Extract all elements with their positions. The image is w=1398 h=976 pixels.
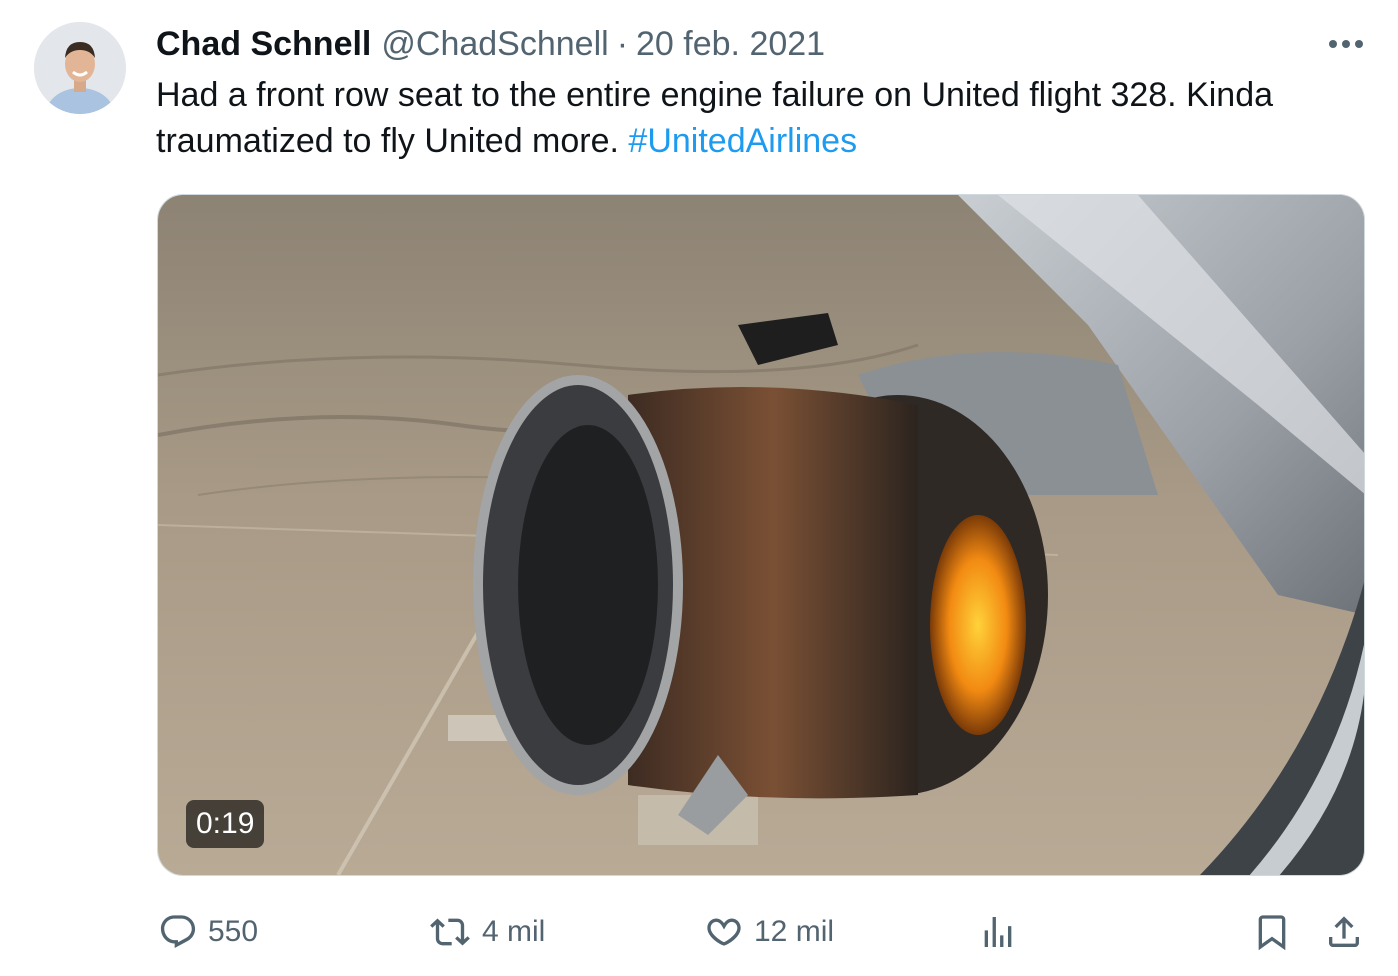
views-button[interactable] [978,904,1018,960]
reply-count: 550 [208,915,259,948]
heart-icon [707,918,741,946]
like-count: 12 mil [754,915,835,948]
bookmark-icon [1258,915,1286,951]
tweet-date[interactable]: 20 feb. 2021 [636,25,825,64]
bookmark-button[interactable] [1252,904,1292,960]
engine-failure-video-thumbnail [158,195,1364,875]
tweet: Chad Schnell @ChadSchnell · 20 feb. 2021… [0,0,1398,976]
reply-button[interactable]: 550 [158,904,258,960]
tweet-header: Chad Schnell @ChadSchnell · 20 feb. 2021 [156,22,825,66]
retweet-icon [430,918,470,946]
tweet-actions: 550 4 mil 12 mil [0,904,1398,960]
separator-dot: · [616,24,629,63]
more-options-button[interactable] [1324,26,1368,62]
retweet-count: 4 mil [482,915,546,948]
analytics-icon [984,917,1012,947]
share-button[interactable] [1324,904,1364,960]
hashtag-link[interactable]: #UnitedAirlines [628,122,857,160]
video-duration-badge: 0:19 [186,800,265,848]
like-button[interactable]: 12 mil [704,904,834,960]
tweet-text: Had a front row seat to the entire engin… [156,72,1371,164]
retweet-button[interactable]: 4 mil [428,904,545,960]
author-name[interactable]: Chad Schnell [156,25,371,64]
avatar[interactable] [34,22,126,114]
share-icon [1329,916,1359,947]
author-handle[interactable]: @ChadSchnell [381,25,608,64]
reply-icon [160,915,196,949]
video-player[interactable] [157,194,1365,876]
more-icon [1329,40,1363,48]
